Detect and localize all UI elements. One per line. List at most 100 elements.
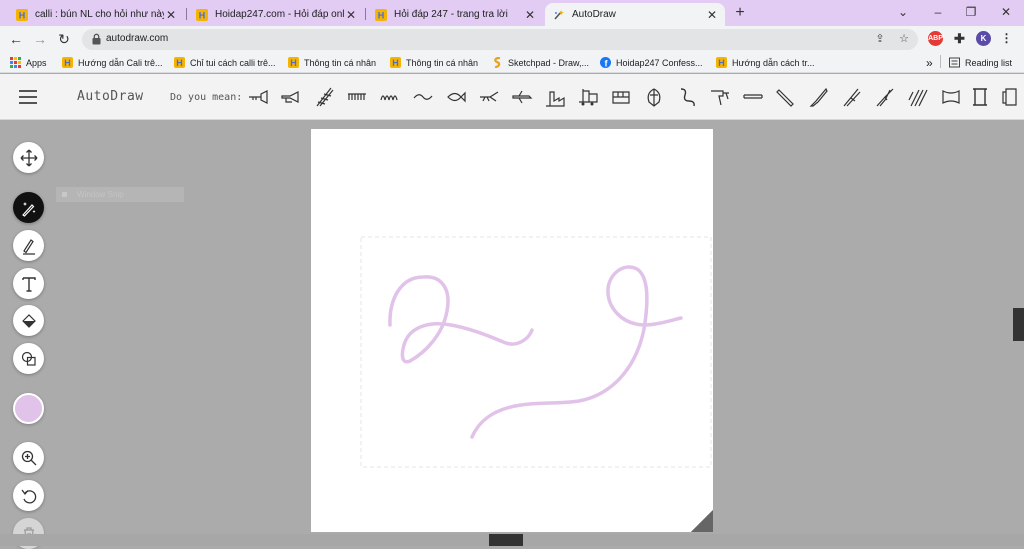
minimize-icon[interactable]: –	[928, 3, 948, 21]
suggestion-hair-icon[interactable]	[379, 86, 401, 108]
svg-text:H: H	[64, 58, 71, 68]
suggestion-factory-icon[interactable]	[544, 86, 566, 108]
reload-icon[interactable]: ↻	[55, 30, 73, 48]
extensions-puzzle-icon[interactable]: ✚	[952, 31, 967, 46]
suggestion-frame-icon[interactable]	[969, 86, 991, 108]
forward-icon[interactable]: →	[31, 30, 49, 48]
app-title: AutoDraw	[77, 89, 144, 104]
bookmark-item[interactable]: H Hướng dẫn cách tr...	[716, 55, 814, 70]
adblock-icon[interactable]: ABP	[928, 31, 943, 46]
svg-text:H: H	[19, 10, 26, 20]
zoom-tool-button[interactable]	[13, 442, 44, 473]
window-snip-overlay: Window Snip	[56, 187, 184, 202]
bookmark-apps[interactable]: Apps	[10, 55, 47, 70]
suggestion-airplane-icon[interactable]	[511, 86, 533, 108]
shape-tool-button[interactable]	[13, 343, 44, 374]
autodraw-header: AutoDraw Do you mean:	[0, 74, 1024, 120]
suggestion-rain-icon[interactable]	[907, 86, 929, 108]
suggestion-pencil-icon[interactable]	[775, 86, 797, 108]
address-bar[interactable]: autodraw.com ⇪ ☆	[82, 29, 918, 50]
bookmark-label: Hướng dẫn cách tr...	[732, 57, 815, 68]
type-tool-button[interactable]	[13, 268, 44, 299]
text-type-icon	[21, 276, 36, 292]
paint-bucket-icon	[21, 313, 36, 328]
profile-avatar[interactable]: K	[976, 31, 991, 46]
fill-tool-button[interactable]	[13, 305, 44, 336]
bookmark-item[interactable]: H Hướng dẫn Cali trê...	[62, 55, 162, 70]
svg-text:H: H	[199, 10, 206, 20]
bookmark-item[interactable]: H Thông tin cá nhân	[390, 55, 478, 70]
tab-title: calli : bún NL cho hỏi như này phải	[35, 9, 164, 20]
canvas-resize-corner-icon[interactable]	[691, 510, 713, 532]
draw-tool-button[interactable]	[13, 230, 44, 261]
undo-icon	[20, 489, 36, 503]
bookmark-item[interactable]: f Hoidap247 Confess...	[600, 55, 703, 70]
suggestion-shell-icon[interactable]	[643, 86, 665, 108]
tab-hoidap-247[interactable]: H Hỏi đáp 247 - trang tra lời ✕	[367, 3, 543, 26]
bookmark-label: Thông tin cá nhân	[304, 57, 377, 68]
tab-autodraw[interactable]: AutoDraw ✕	[545, 3, 725, 26]
bookmark-label: Apps	[26, 57, 47, 68]
hoidap-icon: H	[390, 57, 401, 68]
bookmarks-overflow-icon[interactable]: »	[926, 55, 933, 70]
color-picker-swatch[interactable]	[13, 393, 44, 424]
svg-text:H: H	[176, 58, 183, 68]
suggestion-drill-icon[interactable]	[709, 86, 731, 108]
suggestion-tube-icon[interactable]	[1000, 86, 1022, 108]
side-panel-handle[interactable]	[1013, 308, 1024, 341]
suggestion-hose-icon[interactable]	[742, 86, 764, 108]
bookmark-item[interactable]: Sketchpad - Draw,...	[492, 55, 589, 70]
star-icon[interactable]: ☆	[897, 32, 911, 46]
bookmark-item[interactable]: H Chỉ tui cách calli trê...	[174, 55, 276, 70]
suggestion-snake-icon[interactable]	[676, 86, 698, 108]
hoidap-icon: H	[174, 57, 185, 68]
suggestion-pliers-icon[interactable]	[874, 86, 896, 108]
close-icon[interactable]: ✕	[164, 8, 178, 22]
close-icon[interactable]: ✕	[344, 8, 358, 22]
selection-bounding-box	[360, 236, 712, 468]
suggestion-tweezers-icon[interactable]	[841, 86, 863, 108]
lock-icon	[92, 33, 101, 45]
suggestion-scroll-icon[interactable]	[940, 86, 962, 108]
bookmark-label: Hướng dẫn Cali trê...	[78, 57, 163, 68]
tab-title: Hoidap247.com - Hỏi đáp online	[215, 9, 344, 20]
window-close-icon[interactable]: ✕	[996, 3, 1016, 21]
suggestion-trumpet-icon[interactable]	[247, 86, 269, 108]
autodraw-magic-pen-icon	[21, 201, 35, 217]
suggestion-tower-icon[interactable]	[313, 86, 335, 108]
suggestion-horn-icon[interactable]	[280, 86, 302, 108]
menu-kebab-icon[interactable]: ⋮	[999, 31, 1014, 46]
svg-text:H: H	[378, 10, 385, 20]
bookmark-label: Thông tin cá nhân	[406, 57, 479, 68]
bookmark-item[interactable]: H Thông tin cá nhân	[288, 55, 376, 70]
scrollbar-thumb[interactable]	[489, 534, 523, 546]
restore-icon[interactable]: ❐	[961, 3, 981, 21]
svg-text:H: H	[392, 58, 399, 68]
suggestion-bird-icon[interactable]	[478, 86, 500, 108]
doodle-stroke-right	[470, 265, 683, 439]
suggestion-knife-icon[interactable]	[808, 86, 830, 108]
close-icon[interactable]: ✕	[523, 8, 537, 22]
suggestion-bus-icon[interactable]	[610, 86, 632, 108]
snip-icon	[62, 192, 67, 198]
tab-separator	[186, 8, 187, 20]
sketchpad-icon	[494, 57, 501, 68]
suggestion-fish-icon[interactable]	[445, 86, 467, 108]
share-icon[interactable]: ⇪	[873, 32, 887, 46]
autodraw-tool-button[interactable]	[13, 192, 44, 223]
drawing-canvas[interactable]	[311, 129, 713, 532]
pen-icon	[22, 238, 35, 255]
suggestion-train-icon[interactable]	[577, 86, 599, 108]
tab-hoidap-online[interactable]: H Hoidap247.com - Hỏi đáp online ✕	[188, 3, 364, 26]
reading-list[interactable]: Reading list	[949, 55, 1012, 70]
suggestion-wave-icon[interactable]	[412, 86, 434, 108]
undo-button[interactable]	[13, 480, 44, 511]
new-tab-button[interactable]: +	[731, 3, 749, 23]
suggestion-teeth-icon[interactable]	[346, 86, 368, 108]
tab-calli[interactable]: H calli : bún NL cho hỏi như này phải ✕	[8, 3, 184, 26]
tab-search-icon[interactable]: ⌄	[893, 3, 913, 21]
hamburger-menu-icon[interactable]	[19, 90, 37, 104]
back-icon[interactable]: ←	[7, 30, 25, 48]
close-icon[interactable]: ✕	[705, 8, 719, 22]
move-tool-button[interactable]	[13, 142, 44, 173]
